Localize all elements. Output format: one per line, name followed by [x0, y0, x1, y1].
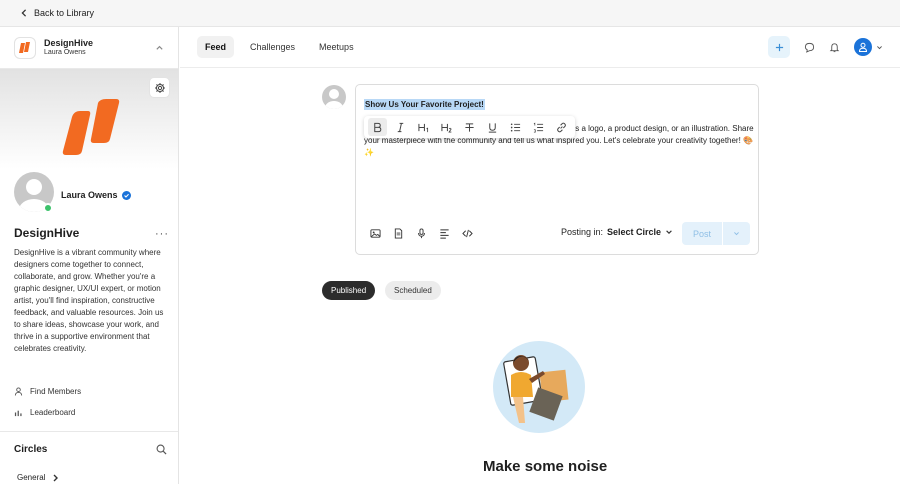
tab-challenges[interactable]: Challenges [242, 36, 303, 58]
community-title: DesignHive [14, 226, 80, 240]
profile-name[interactable]: Laura Owens [61, 190, 131, 200]
filter-scheduled[interactable]: Scheduled [385, 281, 441, 300]
link-button[interactable] [552, 118, 571, 136]
user-menu-button[interactable] [854, 38, 883, 56]
composer-avatar [322, 85, 346, 109]
community-name: DesignHive [44, 37, 94, 48]
top-bar: Back to Library [0, 0, 900, 27]
bell-icon[interactable] [829, 42, 840, 53]
post-title-input[interactable]: Show Us Your Favorite Project! [364, 99, 485, 110]
image-icon[interactable] [370, 228, 381, 239]
leaderboard-label: Leaderboard [30, 408, 76, 417]
chevron-left-icon [21, 9, 27, 17]
more-options-button[interactable]: ··· [155, 228, 169, 240]
posting-in-label: Posting in: [561, 227, 604, 237]
numbered-list-icon [533, 122, 544, 132]
numbered-list-button[interactable] [529, 118, 548, 136]
code-icon[interactable] [462, 228, 473, 239]
post-button-group: Post [682, 222, 750, 245]
document-icon[interactable] [393, 228, 404, 239]
search-icon[interactable] [156, 444, 167, 455]
heading-1-button[interactable] [414, 118, 433, 136]
gear-icon [154, 82, 165, 93]
circle-item-general[interactable]: General [17, 473, 59, 482]
bullet-list-icon [510, 122, 521, 132]
bold-button[interactable] [368, 118, 387, 136]
chevron-right-icon [53, 474, 59, 481]
general-label: General [17, 473, 46, 482]
bar-chart-icon [14, 410, 22, 417]
circles-title: Circles [14, 444, 48, 455]
community-owner: Laura Owens [44, 48, 86, 56]
posting-in-select[interactable]: Posting in: Select Circle [561, 227, 673, 237]
heading-2-icon [441, 123, 452, 132]
chevron-down-icon [666, 230, 672, 234]
feed-tabs-bar: Feed Challenges Meetups [180, 27, 900, 68]
tab-feed[interactable]: Feed [197, 36, 235, 58]
chevron-down-icon [734, 232, 739, 236]
underline-button[interactable] [483, 118, 502, 136]
filter-published[interactable]: Published [322, 281, 376, 300]
circles-section: Circles General [0, 431, 178, 484]
empty-state-title: Make some noise [483, 458, 608, 475]
strikethrough-icon [465, 122, 474, 132]
heading-1-icon [418, 123, 429, 132]
italic-icon [397, 122, 404, 132]
community-description: DesignHive is a vibrant community where … [14, 248, 164, 353]
composer-tools [370, 228, 473, 239]
empty-state-illustration [493, 341, 585, 433]
chevron-down-icon [877, 45, 882, 49]
person-icon [14, 387, 23, 396]
chevron-up-icon [156, 45, 163, 50]
community-logo-small [14, 36, 36, 59]
back-to-library-link[interactable]: Back to Library [20, 8, 94, 18]
chat-bubble-icon[interactable] [804, 42, 815, 53]
bullet-list-button[interactable] [506, 118, 525, 136]
plus-icon [775, 43, 783, 51]
align-icon[interactable] [439, 228, 450, 239]
sidebar-item-leaderboard[interactable]: Leaderboard [14, 408, 75, 417]
select-circle-value: Select Circle [607, 227, 662, 237]
post-options-button[interactable] [723, 230, 750, 237]
find-members-label: Find Members [30, 387, 82, 396]
online-status-dot [43, 203, 53, 213]
post-composer[interactable]: Show Us Your Favorite Project! Pick your… [355, 84, 759, 255]
sidebar-item-find-members[interactable]: Find Members [14, 387, 81, 396]
sidebar: DesignHive Laura Owens Laura Owens Desig… [0, 27, 179, 484]
back-label: Back to Library [34, 8, 95, 18]
post-button[interactable]: Post [682, 229, 722, 239]
heading-2-button[interactable] [437, 118, 456, 136]
formatting-toolbar [364, 116, 575, 138]
verified-badge-icon [121, 190, 131, 200]
strikethrough-button[interactable] [460, 118, 479, 136]
community-switcher[interactable]: DesignHive Laura Owens [0, 27, 178, 69]
bold-icon [374, 122, 382, 132]
underline-icon [488, 122, 497, 133]
header-actions [768, 36, 883, 58]
settings-button[interactable] [149, 77, 170, 98]
user-avatar [854, 38, 872, 56]
user-icon [858, 42, 868, 52]
community-logo-large [62, 99, 120, 155]
community-banner [0, 69, 178, 169]
tab-meetups[interactable]: Meetups [311, 36, 362, 58]
create-button[interactable] [768, 36, 790, 58]
link-icon [557, 122, 566, 132]
profile-name-text: Laura Owens [61, 190, 118, 200]
italic-button[interactable] [391, 118, 410, 136]
microphone-icon[interactable] [416, 228, 427, 239]
